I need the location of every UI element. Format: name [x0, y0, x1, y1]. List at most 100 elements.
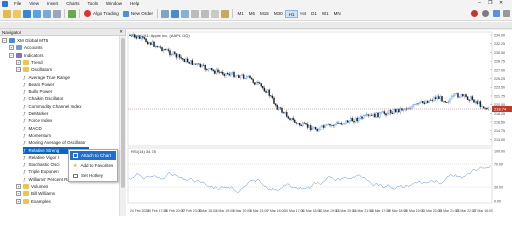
attach-to-chart-item[interactable]: Attach to Chart	[70, 151, 116, 160]
timeframe-mn[interactable]: MN	[331, 10, 343, 18]
navigator-item[interactable]: ƒ Triple Exponen	[23, 168, 59, 175]
timeframe-d1[interactable]: D1	[309, 10, 320, 18]
menu-view[interactable]: View	[25, 0, 43, 7]
timeframe-m15[interactable]: M15	[258, 10, 272, 18]
candle-body	[449, 98, 451, 103]
navigator-item[interactable]: + Accounts	[9, 44, 43, 51]
close-icon[interactable]: ✕	[499, 0, 503, 7]
expander-icon[interactable]: −	[16, 67, 21, 73]
add-to-favorites-item[interactable]: ★ Add to Favorites	[70, 161, 116, 170]
line-chart-icon[interactable]	[181, 9, 190, 18]
menu-tools[interactable]: Tools	[83, 0, 102, 7]
user-icon[interactable]	[482, 10, 489, 17]
menu-charts[interactable]: Charts	[62, 0, 83, 7]
navigator-item[interactable]: + Volumes	[16, 183, 48, 190]
market-watch-icon[interactable]	[23, 9, 31, 18]
navigator-title: Navigator	[2, 29, 22, 35]
candle-body	[154, 45, 157, 47]
price-tick: 221.75	[494, 94, 505, 98]
candle-body	[463, 94, 466, 97]
bar-chart-icon[interactable]	[161, 9, 170, 18]
close-icon[interactable]: ✕	[119, 29, 123, 35]
navigator-item[interactable]: + Examples	[16, 198, 51, 205]
candle-body	[183, 59, 186, 63]
navigator-item[interactable]: − Oscillators	[16, 66, 52, 73]
navigator-item[interactable]: + Trend	[16, 59, 43, 66]
menu-window[interactable]: Window	[102, 0, 126, 7]
expander-icon[interactable]: −	[9, 52, 14, 58]
menu-bar: File View Insert Charts Tools Window Hel…	[0, 0, 512, 7]
navigator-item-label: Commodity Channel Index	[28, 103, 82, 109]
navigator-item[interactable]: ƒ Average True Range	[23, 74, 70, 81]
grid-icon[interactable]	[211, 9, 220, 18]
timeframe-w1[interactable]: W1	[319, 10, 331, 18]
navigator-item[interactable]: ƒ Bulls Power	[23, 88, 52, 95]
candle-body	[142, 36, 144, 38]
price-chart[interactable]: Apple, H1: Apple Inc. (AAPL.OQ) RSI(14) …	[127, 28, 512, 216]
expander-icon[interactable]: +	[16, 198, 21, 204]
strategy-tester-icon[interactable]	[68, 9, 76, 18]
navigator-item[interactable]: ƒ DeMarker	[23, 110, 48, 117]
navigator-item-label: Stochastic Osci	[28, 162, 60, 168]
navigator-header: Navigator ✕	[0, 29, 125, 36]
expander-icon[interactable]: +	[16, 184, 21, 189]
notifications-icon[interactable]	[493, 10, 500, 17]
expander-icon[interactable]: +	[16, 191, 21, 197]
scrollbar-thumb[interactable]	[121, 38, 125, 188]
data-window-icon[interactable]	[43, 9, 51, 18]
timeframe-h4[interactable]: H4	[298, 10, 309, 18]
zoom-in-icon[interactable]	[191, 9, 200, 18]
menu-file[interactable]: File	[10, 0, 25, 7]
candle-body	[295, 122, 298, 124]
candle-body	[282, 112, 285, 114]
expander-icon[interactable]: +	[9, 45, 14, 51]
toolbox-icon[interactable]	[53, 9, 61, 18]
navigator-item[interactable]: ƒ MACD	[23, 125, 42, 132]
indicators-icon[interactable]	[221, 9, 230, 18]
timeframe-m1[interactable]: M1	[235, 10, 246, 18]
candle-body	[161, 47, 163, 52]
alert-icon[interactable]	[471, 10, 478, 17]
navigator-item[interactable]: ƒ Momentum	[23, 132, 51, 139]
navigator-item[interactable]: ƒ Chaikin Oscillator	[23, 95, 64, 102]
navigator-scrollbar[interactable]	[119, 36, 126, 216]
navigator-item[interactable]: ƒ Commodity Channel Index	[23, 103, 82, 110]
navigator-item[interactable]: − Indicators	[9, 52, 44, 59]
navigator-item[interactable]: ƒ Force Index	[23, 117, 52, 124]
candle-body	[159, 46, 162, 48]
profiles-icon[interactable]	[13, 9, 21, 18]
timeframe-m30[interactable]: M30	[271, 10, 285, 18]
menu-insert[interactable]: Insert	[43, 0, 62, 7]
navigator-item[interactable]: ƒ Stochastic Osci	[23, 161, 60, 168]
timeframe-h1[interactable]: H1	[285, 9, 298, 18]
indicator-icon: ƒ	[23, 154, 26, 160]
navigator-item[interactable]: ƒ Relative Vigor I	[23, 154, 59, 161]
candle-body	[422, 101, 424, 103]
candle-body	[134, 34, 136, 37]
navigator-item[interactable]: ƒ Moving Average of Oscillator	[23, 139, 86, 146]
candle-chart-icon[interactable]	[171, 9, 180, 18]
expander-icon[interactable]: −	[2, 38, 7, 43]
restore-icon[interactable]: ❐	[488, 0, 492, 7]
navigator-item[interactable]: − XM Global MT5	[2, 37, 48, 44]
new-order-button[interactable]: New Order	[121, 9, 155, 18]
minimize-icon[interactable]: –	[478, 0, 481, 7]
navigator-item[interactable]: ƒ Bears Power	[23, 81, 54, 88]
navigator-icon[interactable]	[33, 9, 41, 18]
algo-trading-button[interactable]: Algo Trading	[82, 9, 121, 18]
navigator-item[interactable]: + Bill Williams	[16, 190, 55, 197]
menu-help[interactable]: Help	[126, 0, 143, 7]
indicators-icon	[16, 52, 22, 58]
settings-icon[interactable]	[503, 10, 510, 17]
new-chart-icon[interactable]	[3, 9, 11, 18]
price-tick: 214.75	[494, 129, 505, 133]
expander-icon[interactable]: +	[16, 59, 21, 65]
rsi-label: RSI(14) 34.78	[131, 149, 157, 154]
indicator-icon: ƒ	[23, 147, 26, 153]
timeframe-m5[interactable]: M5	[246, 10, 257, 18]
candle-body	[390, 110, 392, 114]
zoom-out-icon[interactable]	[201, 9, 210, 18]
rsi-tick: 0.00	[494, 200, 501, 204]
chart-window[interactable]: Apple, H1: Apple Inc. (AAPL.OQ) RSI(14) …	[127, 28, 512, 216]
set-hotkey-item[interactable]: Set Hotkey	[70, 171, 116, 180]
